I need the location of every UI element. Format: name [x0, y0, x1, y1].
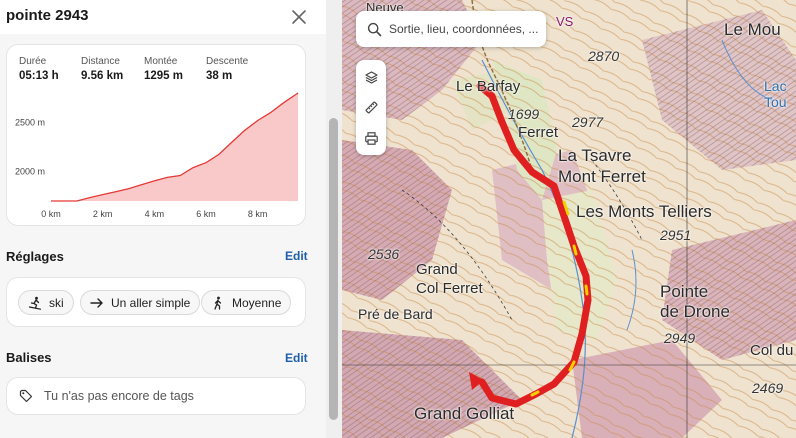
activity-chip[interactable]: ski	[18, 290, 74, 315]
map-label-2469: 2469	[752, 380, 784, 396]
tag-icon	[19, 389, 33, 403]
layers-button[interactable]	[356, 62, 386, 92]
chip-label: Un aller simple	[111, 295, 191, 310]
map-label-pointe: Pointe	[660, 282, 709, 301]
map-label-le-barfay: Le Barfay	[456, 78, 521, 95]
chip-label: ski	[49, 295, 64, 310]
map-label-grand: Grand	[416, 261, 458, 278]
map-label-lac: Lac	[764, 78, 787, 94]
x-tick-label: 2 km	[93, 209, 113, 219]
print-icon	[364, 131, 378, 145]
print-button[interactable]	[356, 123, 386, 153]
map-search-input[interactable]: Sortie, lieu, coordonnées, ...	[356, 11, 546, 47]
map-label-pre-de-bard: Pré de Bard	[358, 306, 433, 322]
layers-icon	[364, 70, 378, 84]
search-placeholder: Sortie, lieu, coordonnées, ...	[389, 22, 539, 36]
map-label-col-ferret: Col Ferret	[416, 280, 483, 297]
map-terrain	[342, 0, 796, 438]
tags-empty-text: Tu n'as pas encore de tags	[44, 389, 194, 403]
map-label-2870: 2870	[588, 48, 620, 64]
tags-edit-link[interactable]: Edit	[285, 351, 308, 365]
map-label-1699: 1699	[508, 106, 540, 122]
map-label-les-monts-telliers: Les Monts Telliers	[576, 202, 712, 221]
x-tick-label: 0 km	[41, 209, 61, 219]
elevation-area	[51, 93, 298, 201]
route-title: pointe 2943	[6, 7, 89, 24]
map-label-col-du: Col du	[750, 342, 794, 359]
route-type-chip[interactable]: Un aller simple	[80, 290, 201, 315]
x-tick-label: 6 km	[196, 209, 216, 219]
route-panel: pointe 2943 Durée 05:13 h Distance 9.56 …	[0, 0, 326, 438]
y-tick-label: 2500 m	[15, 117, 45, 127]
scrollbar-thumb[interactable]	[329, 118, 338, 420]
y-tick-label: 2000 m	[15, 167, 45, 177]
map-label-le-mou: Le Mou	[724, 20, 781, 39]
tags-heading: Balises	[6, 350, 52, 365]
elevation-chart[interactable]: 2000 m 2500 m 0 km 2 km 4 km 6 km 8 km	[7, 45, 307, 227]
pace-chip[interactable]: Moyenne	[201, 290, 292, 315]
x-tick-label: 4 km	[145, 209, 165, 219]
search-icon	[367, 22, 382, 36]
arrow-right-icon	[90, 296, 104, 310]
settings-heading: Réglages	[6, 249, 64, 264]
settings-card: ski Un aller simple Moyenne	[6, 277, 306, 327]
map-label-2536: 2536	[368, 246, 400, 262]
settings-edit-link[interactable]: Edit	[285, 249, 308, 263]
skier-icon	[28, 296, 42, 310]
map-tool-group	[356, 60, 386, 155]
map-label-vs: VS	[556, 14, 574, 29]
panel-header: pointe 2943	[0, 0, 326, 34]
map-label-grand-golliat: Grand Golliat	[414, 404, 515, 423]
stats-card: Durée 05:13 h Distance 9.56 km Montée 12…	[6, 44, 306, 226]
map-label-ferret: Ferret	[518, 124, 559, 141]
map-label-2949: 2949	[664, 330, 696, 346]
map-label-2977: 2977	[572, 114, 604, 130]
hiker-icon	[211, 296, 225, 310]
measure-button[interactable]	[356, 92, 386, 122]
topo-map[interactable]: Le Barfay 1699 Ferret 2977 La Tsavre Mon…	[342, 0, 796, 438]
tags-card[interactable]: Tu n'as pas encore de tags	[6, 377, 306, 415]
map-label-2951: 2951	[660, 227, 692, 243]
ruler-icon	[365, 101, 377, 113]
map-label-mont-ferret: Mont Ferret	[558, 167, 646, 186]
chip-label: Moyenne	[232, 295, 282, 310]
close-icon	[292, 10, 306, 24]
map-label-tou: Tou	[764, 94, 787, 110]
map-label-la-tsavre: La Tsavre	[558, 146, 632, 165]
map-label-de-drone: de Drone	[660, 302, 730, 321]
close-button[interactable]	[290, 8, 308, 26]
x-tick-label: 8 km	[248, 209, 268, 219]
